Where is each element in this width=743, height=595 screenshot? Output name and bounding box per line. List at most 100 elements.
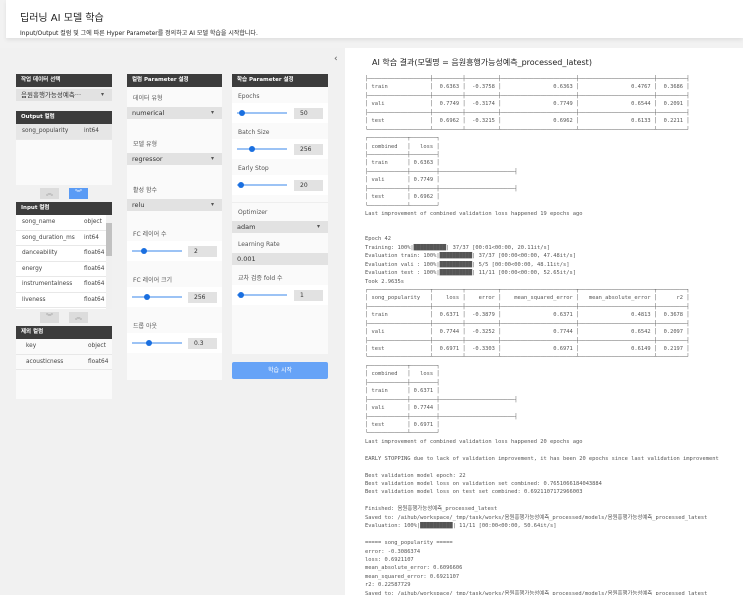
move-up-button[interactable]: ︽ <box>69 312 88 323</box>
column-type: object <box>84 219 102 225</box>
collapse-chevron-icon[interactable]: ‹ <box>334 54 338 64</box>
column-name: energy <box>22 265 43 272</box>
column-name: liveness <box>22 296 46 303</box>
log-line: │ combined │ loss │ <box>365 143 440 150</box>
log-line: Best validation model loss on validation… <box>365 481 602 487</box>
log-line: │ train │ 0.6363 │ <box>365 160 440 167</box>
log-line: Evaluation test : 100%|██████████| 11/11… <box>365 270 576 277</box>
column-type: object <box>88 343 106 349</box>
activation-label: 활성 함수 <box>133 187 157 194</box>
column-type: int64 <box>84 234 99 241</box>
dropout-slider[interactable]: 0.3 <box>127 333 222 353</box>
log-line: │ test │ 0.6971 │ -0.3303 │ 0.6971 │ 0.6… <box>365 346 690 352</box>
fold-slider[interactable]: 1 <box>232 285 328 305</box>
slider-knob[interactable] <box>143 293 150 300</box>
results-panel: AI 학습 결과(모델명 = 음원흥행가능성예측_processed_lates… <box>345 48 743 595</box>
list-item[interactable]: danceability float64 <box>16 246 112 262</box>
log-line: Saved to: /aihub/workspace/_tmp/task/wor… <box>365 590 708 595</box>
log-line: ┌───────────────────┬─────────┬─────────… <box>365 286 690 293</box>
slider-knob[interactable] <box>145 339 152 346</box>
log-line: mean_absolute_error: 0.6096606 <box>365 565 463 572</box>
log-line: EARLY STOPPING due to lack of validation… <box>365 455 719 462</box>
log-line: │ train │ 0.6371 │ <box>365 388 440 395</box>
slider-knob[interactable] <box>248 145 255 152</box>
early-stop-label: Early Stop <box>238 165 269 172</box>
move-down-button[interactable]: ︾ <box>40 312 59 323</box>
epochs-label: Epochs <box>238 93 260 100</box>
column-parameter-panel: 컬럼 Parameter 설정 데이터 유형 numerical 모델 유형 r… <box>127 74 222 380</box>
input-columns-list: song_name object song_duration_ms int64 danc… <box>16 215 112 309</box>
fc-layers-slider[interactable]: 2 <box>127 241 222 261</box>
column-name: song_name <box>22 219 56 225</box>
log-line: │ train │ 0.6371 │ -0.3879 │ 0.6371 │ 0.… <box>365 312 690 319</box>
log-line: ┌────────────┬────────┐ <box>365 362 440 369</box>
slider-knob[interactable] <box>237 181 244 188</box>
list-item[interactable]: key object <box>16 339 112 355</box>
output-columns-header: Output 컬럼 <box>16 111 112 124</box>
log-line: error: -0.3086374 <box>365 548 421 555</box>
fc-layers-value[interactable]: 2 <box>188 245 217 257</box>
column-type: float64 <box>84 281 105 287</box>
page-title: 딥러닝 AI 모델 학습 <box>20 13 104 24</box>
batch-size-label: Batch Size <box>238 129 270 136</box>
epochs-slider[interactable]: 50 <box>232 103 328 123</box>
list-item[interactable]: energy float64 <box>16 261 112 277</box>
fc-size-slider[interactable]: 256 <box>127 287 222 307</box>
list-item[interactable]: song_duration_ms int64 <box>16 230 112 246</box>
log-line: Took 2.9635s <box>365 278 404 285</box>
log-line: Finished: 음원흥행가능성예측_processed_latest <box>365 506 498 513</box>
fc-size-value[interactable]: 256 <box>188 291 217 303</box>
log-line: └───────────────────┴─────────┴─────────… <box>365 126 690 133</box>
results-title: AI 학습 결과(모델명 = 음원흥행가능성예측_processed_lates… <box>372 58 592 67</box>
log-line: ├───────────────────┼─────────┼─────────… <box>365 303 690 310</box>
column-name: key <box>26 343 37 349</box>
fold-value[interactable]: 1 <box>294 289 323 301</box>
list-item[interactable]: song_name object <box>16 215 112 231</box>
epochs-value[interactable]: 50 <box>294 107 323 119</box>
input-columns-header: Input 컬럼 <box>16 202 112 215</box>
log-line: ├────────────┼────────┼─────────────────… <box>365 413 518 420</box>
excluded-columns-list: key object acousticness float64 <box>16 339 112 399</box>
batch-size-slider[interactable]: 256 <box>232 139 328 159</box>
log-line: Last improvement of combined validation … <box>365 211 583 217</box>
scrollbar[interactable] <box>106 215 112 309</box>
log-line: Evaluation train: 100%|██████████| 37/37… <box>365 253 576 260</box>
column-type: float64 <box>84 265 105 272</box>
list-item[interactable]: instrumentalness float64 <box>16 277 112 293</box>
start-training-button[interactable]: 학습 시작 <box>232 362 328 379</box>
optimizer-dropdown[interactable]: adam <box>232 221 328 233</box>
data-type-dropdown[interactable]: numerical <box>127 107 222 119</box>
move-down-button[interactable]: ︾ <box>69 188 88 199</box>
activation-dropdown[interactable]: relu <box>127 199 222 211</box>
batch-size-value[interactable]: 256 <box>294 143 323 155</box>
column-type: float64 <box>84 250 105 256</box>
slider-knob[interactable] <box>239 109 246 116</box>
slider-knob[interactable] <box>237 291 244 298</box>
column-name: instrumentalness <box>22 281 73 287</box>
data-select-dropdown[interactable]: 음원흥행가능성예측··· <box>16 89 112 101</box>
log-line: │ song_popularity │ loss │ error │ mean_… <box>365 295 690 302</box>
input-move-buttons: ︾ ︽ <box>16 309 112 326</box>
log-line: ===== song_popularity ===== <box>365 540 453 547</box>
log-line: ├───────────────────┼─────────┼─────────… <box>365 76 690 82</box>
list-item[interactable]: song_popularity int64 <box>16 124 112 140</box>
log-line: ├────────────┼────────┼─────────────────… <box>365 396 518 403</box>
list-item[interactable]: acousticness float64 <box>16 354 112 370</box>
log-line: │ vali │ 0.7749 │ -0.3174 │ 0.7749 │ 0.6… <box>365 101 690 108</box>
move-up-button[interactable]: ︽ <box>40 188 59 199</box>
learning-rate-input[interactable]: 0.001 <box>232 253 328 265</box>
early-stop-value[interactable]: 20 <box>294 179 323 191</box>
slider-knob[interactable] <box>141 247 148 254</box>
early-stop-slider[interactable]: 20 <box>232 175 328 195</box>
list-item[interactable]: liveness float64 <box>16 292 112 308</box>
column-name: song_popularity <box>22 128 69 134</box>
column-type: float64 <box>88 358 109 365</box>
dropout-label: 드롭 아웃 <box>133 323 157 330</box>
log-line: └───────────────────┴─────────┴─────────… <box>365 354 690 361</box>
model-type-dropdown[interactable]: regressor <box>127 153 222 165</box>
dropout-value[interactable]: 0.3 <box>188 337 217 349</box>
column-name: song_duration_ms <box>22 234 75 241</box>
log-line: │ train │ 0.6363 │ -0.3758 │ 0.6363 │ 0.… <box>365 84 690 91</box>
